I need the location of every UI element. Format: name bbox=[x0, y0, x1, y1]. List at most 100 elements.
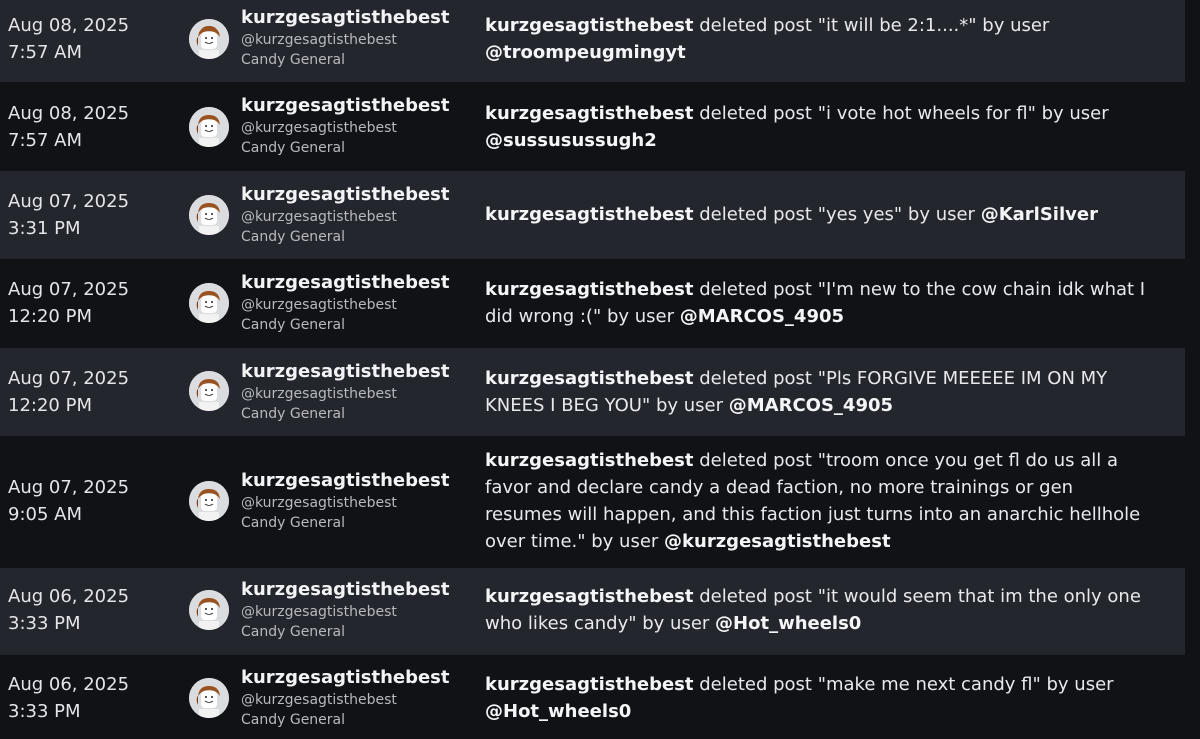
moderator-name[interactable]: kurzgesagtisthebest bbox=[241, 183, 450, 207]
entry-time: 7:57 AM bbox=[8, 130, 82, 151]
entry-date: Aug 06, 2025 bbox=[8, 674, 130, 695]
log-entry: Aug 08, 2025 7:57 AM kurzgesagtisthebest… bbox=[0, 82, 1185, 171]
entry-time: 9:05 AM bbox=[8, 504, 82, 525]
entry-datetime: Aug 06, 2025 3:33 PM bbox=[8, 671, 129, 725]
log-entry: Aug 07, 2025 12:20 PM kurzgesagtisthebes… bbox=[0, 259, 1185, 348]
log-entry: Aug 07, 2025 3:31 PM kurzgesagtisthebest… bbox=[0, 171, 1185, 259]
moderator-role: Candy General bbox=[241, 229, 346, 245]
actor-name[interactable]: kurzgesagtisthebest bbox=[485, 450, 694, 471]
avatar[interactable] bbox=[189, 481, 229, 521]
actor-name[interactable]: kurzgesagtisthebest bbox=[485, 204, 694, 225]
moderator-role: Candy General bbox=[241, 624, 346, 640]
actor-name[interactable]: kurzgesagtisthebest bbox=[485, 279, 694, 300]
target-user[interactable]: @Hot_wheels0 bbox=[715, 613, 861, 634]
actor-name[interactable]: kurzgesagtisthebest bbox=[485, 15, 694, 36]
target-user[interactable]: @KarlSilver bbox=[981, 204, 1098, 225]
moderator-handle: @kurzgesagtisthebest bbox=[241, 604, 397, 620]
actor-name[interactable]: kurzgesagtisthebest bbox=[485, 368, 694, 389]
moderator-handle: @kurzgesagtisthebest bbox=[241, 32, 397, 48]
avatar-image bbox=[189, 283, 229, 323]
entry-description: kurzgesagtisthebest deleted post "make m… bbox=[485, 671, 1155, 725]
avatar[interactable] bbox=[189, 678, 229, 718]
entry-description: kurzgesagtisthebest deleted post "yes ye… bbox=[485, 201, 1155, 228]
moderator-handle: @kurzgesagtisthebest bbox=[241, 297, 397, 313]
entry-description: kurzgesagtisthebest deleted post "i vote… bbox=[485, 100, 1155, 154]
entry-datetime: Aug 06, 2025 3:33 PM bbox=[8, 583, 129, 637]
entry-time: 3:31 PM bbox=[8, 218, 81, 239]
moderator-info: kurzgesagtisthebest @kurzgesagtisthebest… bbox=[241, 94, 450, 158]
moderator-role: Candy General bbox=[241, 140, 346, 156]
moderator-role: Candy General bbox=[241, 52, 346, 68]
action-text: deleted post "i vote hot wheels for fl" … bbox=[693, 103, 1109, 124]
action-text: deleted post "yes yes" by user bbox=[693, 204, 981, 225]
target-user[interactable]: @sussusussugh2 bbox=[485, 130, 657, 151]
moderator-info: kurzgesagtisthebest @kurzgesagtisthebest… bbox=[241, 360, 450, 424]
entry-time: 7:57 AM bbox=[8, 42, 82, 63]
avatar-image bbox=[189, 107, 229, 147]
target-user[interactable]: @Hot_wheels0 bbox=[485, 701, 631, 722]
moderator-info: kurzgesagtisthebest @kurzgesagtisthebest… bbox=[241, 183, 450, 247]
entry-date: Aug 08, 2025 bbox=[8, 15, 130, 36]
actor-name[interactable]: kurzgesagtisthebest bbox=[485, 674, 694, 695]
moderator-info: kurzgesagtisthebest @kurzgesagtisthebest… bbox=[241, 666, 450, 730]
entry-datetime: Aug 08, 2025 7:57 AM bbox=[8, 100, 129, 154]
entry-description: kurzgesagtisthebest deleted post "it wil… bbox=[485, 12, 1155, 66]
moderator-role: Candy General bbox=[241, 515, 346, 531]
avatar-image bbox=[189, 590, 229, 630]
entry-date: Aug 07, 2025 bbox=[8, 368, 130, 389]
entry-date: Aug 08, 2025 bbox=[8, 103, 130, 124]
actor-name[interactable]: kurzgesagtisthebest bbox=[485, 586, 694, 607]
moderator-handle: @kurzgesagtisthebest bbox=[241, 120, 397, 136]
entry-date: Aug 06, 2025 bbox=[8, 586, 130, 607]
moderator-name[interactable]: kurzgesagtisthebest bbox=[241, 6, 450, 30]
entry-date: Aug 07, 2025 bbox=[8, 477, 130, 498]
moderator-info: kurzgesagtisthebest @kurzgesagtisthebest… bbox=[241, 578, 450, 642]
moderator-name[interactable]: kurzgesagtisthebest bbox=[241, 271, 450, 295]
entry-datetime: Aug 08, 2025 7:57 AM bbox=[8, 12, 129, 66]
moderator-handle: @kurzgesagtisthebest bbox=[241, 495, 397, 511]
moderator-info: kurzgesagtisthebest @kurzgesagtisthebest… bbox=[241, 6, 450, 70]
log-entry: Aug 07, 2025 12:20 PM kurzgesagtisthebes… bbox=[0, 348, 1185, 436]
actor-name[interactable]: kurzgesagtisthebest bbox=[485, 103, 694, 124]
log-entry: Aug 07, 2025 9:05 AM kurzgesagtisthebest… bbox=[0, 436, 1185, 568]
log-entry: Aug 06, 2025 3:33 PM kurzgesagtisthebest… bbox=[0, 655, 1185, 739]
action-text: deleted post "make me next candy fl" by … bbox=[693, 674, 1114, 695]
entry-date: Aug 07, 2025 bbox=[8, 191, 130, 212]
entry-date: Aug 07, 2025 bbox=[8, 279, 130, 300]
entry-description: kurzgesagtisthebest deleted post "Pls FO… bbox=[485, 365, 1155, 419]
avatar[interactable] bbox=[189, 590, 229, 630]
moderator-info: kurzgesagtisthebest @kurzgesagtisthebest… bbox=[241, 469, 450, 533]
entry-time: 3:33 PM bbox=[8, 613, 81, 634]
entry-description: kurzgesagtisthebest deleted post "it wou… bbox=[485, 583, 1155, 637]
moderator-name[interactable]: kurzgesagtisthebest bbox=[241, 469, 450, 493]
entry-datetime: Aug 07, 2025 9:05 AM bbox=[8, 474, 129, 528]
moderator-role: Candy General bbox=[241, 712, 346, 728]
log-entry: Aug 08, 2025 7:57 AM kurzgesagtisthebest… bbox=[0, 0, 1185, 82]
entry-time: 3:33 PM bbox=[8, 701, 81, 722]
entry-description: kurzgesagtisthebest deleted post "I'm ne… bbox=[485, 276, 1155, 330]
avatar[interactable] bbox=[189, 195, 229, 235]
avatar[interactable] bbox=[189, 19, 229, 59]
avatar[interactable] bbox=[189, 107, 229, 147]
audit-log: Aug 08, 2025 7:57 AM kurzgesagtisthebest… bbox=[0, 0, 1200, 739]
moderator-role: Candy General bbox=[241, 317, 346, 333]
moderator-name[interactable]: kurzgesagtisthebest bbox=[241, 360, 450, 384]
target-user[interactable]: @troompeugmingyt bbox=[485, 42, 686, 63]
avatar[interactable] bbox=[189, 283, 229, 323]
avatar-image bbox=[189, 19, 229, 59]
entry-time: 12:20 PM bbox=[8, 395, 92, 416]
target-user[interactable]: @MARCOS_4905 bbox=[729, 395, 893, 416]
moderator-handle: @kurzgesagtisthebest bbox=[241, 692, 397, 708]
scrollbar-track[interactable] bbox=[1185, 0, 1200, 739]
moderator-name[interactable]: kurzgesagtisthebest bbox=[241, 94, 450, 118]
moderator-name[interactable]: kurzgesagtisthebest bbox=[241, 666, 450, 690]
entry-datetime: Aug 07, 2025 12:20 PM bbox=[8, 365, 129, 419]
avatar-image bbox=[189, 371, 229, 411]
target-user[interactable]: @kurzgesagtisthebest bbox=[664, 531, 891, 552]
avatar[interactable] bbox=[189, 371, 229, 411]
moderator-info: kurzgesagtisthebest @kurzgesagtisthebest… bbox=[241, 271, 450, 335]
moderator-name[interactable]: kurzgesagtisthebest bbox=[241, 578, 450, 602]
avatar-image bbox=[189, 195, 229, 235]
entry-datetime: Aug 07, 2025 3:31 PM bbox=[8, 188, 129, 242]
target-user[interactable]: @MARCOS_4905 bbox=[680, 306, 844, 327]
